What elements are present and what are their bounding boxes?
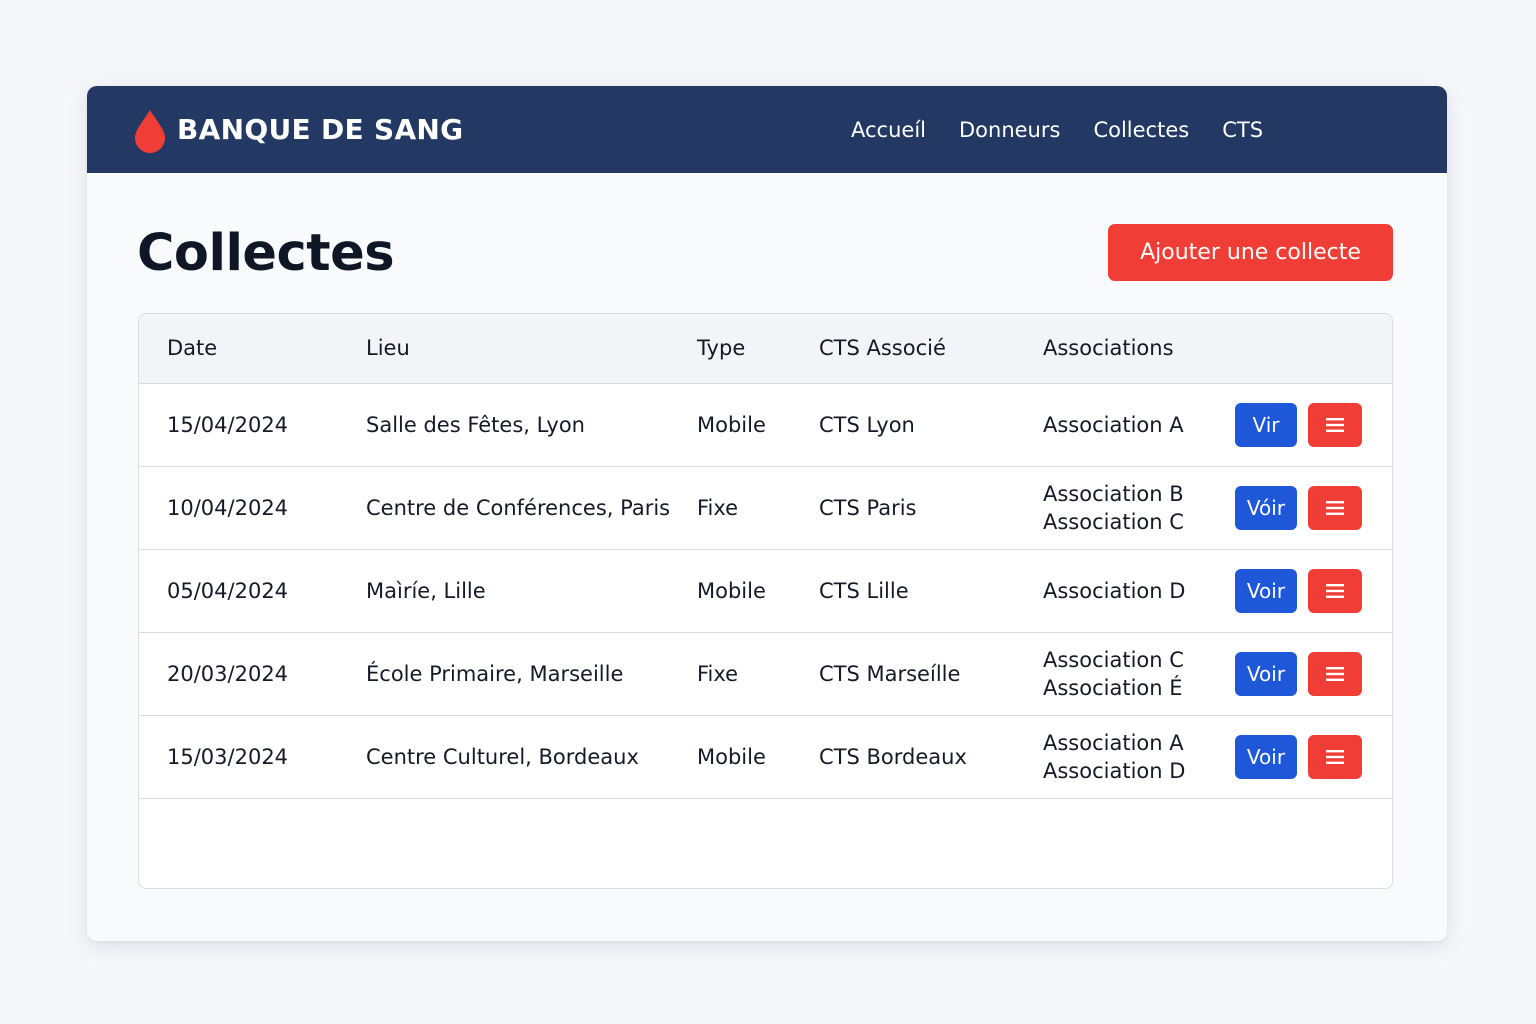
table-row: 20/03/2024 École Primaire, Marseille Fix… [139, 632, 1392, 716]
cell-lieu: Centre Culturel, Bordeaux [366, 715, 697, 799]
add-collecte-button[interactable]: Ajouter une collecte [1108, 224, 1393, 281]
cell-actions: Vir [1235, 383, 1392, 467]
cell-cts: CTS Paris [819, 466, 1043, 550]
association-name: Association É [1043, 675, 1183, 700]
row-menu-button[interactable] [1308, 568, 1362, 613]
cell-cts: CTS Lyon [819, 383, 1043, 467]
cell-cts: CTS Lille [819, 549, 1043, 633]
app-window: BANQUE DE SANG Accueíl Donneurs Collecte… [87, 86, 1447, 941]
table-row: 05/04/2024 Maìríe, Lille Mobile CTS Lill… [139, 549, 1392, 633]
association-name: Association A [1043, 412, 1184, 437]
row-menu-button[interactable] [1308, 651, 1362, 696]
table-row: 15/03/2024 Centre Culturel, Bordeaux Mob… [139, 715, 1392, 799]
column-header-cts: CTS Associé [819, 314, 1043, 384]
column-header-lieu: Lieu [366, 314, 697, 384]
association-name: Association D [1043, 758, 1186, 783]
hamburger-menu-icon [1326, 749, 1344, 764]
table-row: 15/04/2024 Salle des Fêtes, Lyon Mobile … [139, 383, 1392, 467]
cell-cts: CTS Marseílle [819, 632, 1043, 716]
table-row: 10/04/2024 Centre de Conférences, Paris … [139, 466, 1392, 550]
column-header-type: Type [697, 314, 819, 384]
cell-lieu: École Primaire, Marseille [366, 632, 697, 716]
association-name: Association C [1043, 509, 1184, 534]
association-name: Association D [1043, 578, 1186, 603]
cell-associations: Association B Association C [1043, 466, 1235, 550]
brand[interactable]: BANQUE DE SANG [134, 107, 463, 153]
view-button[interactable]: Voir [1235, 734, 1297, 779]
cell-associations: Association C Association É [1043, 632, 1235, 716]
page-title: Collectes [137, 224, 395, 283]
blood-drop-icon [135, 109, 165, 153]
hamburger-menu-icon [1326, 666, 1344, 681]
column-header-date: Date [139, 314, 366, 384]
navbar: BANQUE DE SANG Accueíl Donneurs Collecte… [87, 86, 1447, 173]
hamburger-menu-icon [1326, 583, 1344, 598]
hamburger-menu-icon [1326, 417, 1344, 432]
cell-actions: Vóir [1235, 466, 1392, 550]
row-menu-button[interactable] [1308, 402, 1362, 447]
cell-associations: Association D [1043, 549, 1235, 633]
cell-actions: Voir [1235, 632, 1392, 716]
nav-link-cts[interactable]: CTS [1222, 118, 1263, 142]
view-button[interactable]: Voir [1235, 568, 1297, 613]
cell-lieu: Salle des Fêtes, Lyon [366, 383, 697, 467]
cell-date: 15/04/2024 [139, 383, 366, 467]
cell-date: 05/04/2024 [139, 549, 366, 633]
nav-link-donneurs[interactable]: Donneurs [959, 118, 1060, 142]
table-header-row: Date Lieu Type CTS Associé Associations [139, 314, 1392, 384]
collectes-table: Date Lieu Type CTS Associé Associations … [139, 314, 1392, 799]
column-header-associations: Associations [1043, 314, 1235, 384]
cell-type: Mobile [697, 383, 819, 467]
brand-name: BANQUE DE SANG [177, 113, 464, 146]
cell-type: Fixe [697, 632, 819, 716]
cell-actions: Voir [1235, 549, 1392, 633]
cell-lieu: Maìríe, Lille [366, 549, 697, 633]
view-button[interactable]: Vir [1235, 402, 1297, 447]
cell-type: Mobile [697, 715, 819, 799]
cell-actions: Voir [1235, 715, 1392, 799]
association-name: Association A [1043, 730, 1184, 755]
column-header-actions [1235, 314, 1392, 384]
view-button[interactable]: Vóir [1235, 485, 1297, 530]
row-menu-button[interactable] [1308, 485, 1362, 530]
main-nav: Accueíl Donneurs Collectes CTS [851, 86, 1263, 173]
row-menu-button[interactable] [1308, 734, 1362, 779]
view-button[interactable]: Voir [1235, 651, 1297, 696]
cell-date: 15/03/2024 [139, 715, 366, 799]
association-name: Association C [1043, 647, 1184, 672]
cell-associations: Association A [1043, 383, 1235, 467]
cell-type: Mobile [697, 549, 819, 633]
hamburger-menu-icon [1326, 500, 1344, 515]
collectes-table-card: Date Lieu Type CTS Associé Associations … [138, 313, 1393, 889]
cell-type: Fixe [697, 466, 819, 550]
cell-date: 10/04/2024 [139, 466, 366, 550]
association-name: Association B [1043, 481, 1184, 506]
nav-link-accueil[interactable]: Accueíl [851, 118, 926, 142]
cell-date: 20/03/2024 [139, 632, 366, 716]
cell-lieu: Centre de Conférences, Paris [366, 466, 697, 550]
cell-associations: Association A Association D [1043, 715, 1235, 799]
nav-link-collectes[interactable]: Collectes [1093, 118, 1189, 142]
cell-cts: CTS Bordeaux [819, 715, 1043, 799]
